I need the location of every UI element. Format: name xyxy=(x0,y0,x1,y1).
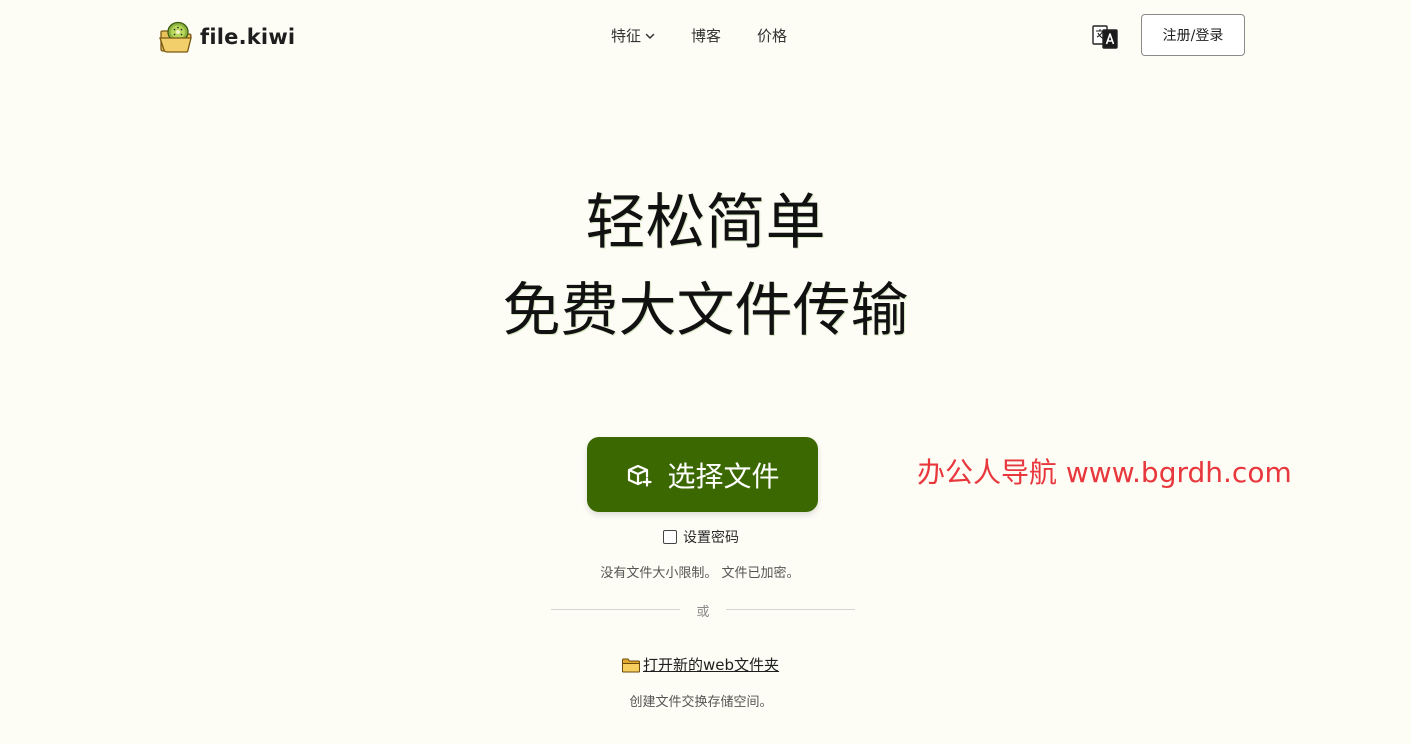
set-password-option: 设置密码 xyxy=(663,527,739,547)
set-password-checkbox[interactable] xyxy=(663,530,677,544)
divider-or-text: 或 xyxy=(696,605,710,620)
main-nav: 特征 博客 价格 xyxy=(611,25,787,46)
nav-item-pricing[interactable]: 价格 xyxy=(757,25,787,46)
hero-title-line-1: 轻松简单 xyxy=(585,188,826,258)
folder-icon xyxy=(622,658,640,672)
signup-login-button[interactable]: 注册/登录 xyxy=(1141,14,1245,56)
brand-name: file.kiwi xyxy=(200,25,296,49)
nav-item-blog-label: 博客 xyxy=(691,27,722,45)
box-upload-icon xyxy=(628,464,653,487)
nav-item-features-label: 特征 xyxy=(611,27,642,45)
nav-item-pricing-label: 价格 xyxy=(757,27,788,45)
divider-line-left xyxy=(551,609,680,610)
site-header: file.kiwi 特征 博客 价格 注册/登录 xyxy=(0,0,1411,72)
choose-file-button[interactable]: 选择文件 xyxy=(587,437,818,512)
nav-item-features[interactable]: 特征 xyxy=(611,25,655,46)
chevron-down-icon xyxy=(645,33,655,39)
hero-title-line-2: 免费大文件传输 xyxy=(502,276,909,344)
nav-item-blog[interactable]: 博客 xyxy=(691,25,721,46)
open-web-folder-link[interactable]: 打开新的web文件夹 xyxy=(621,654,779,675)
open-web-folder-label: 打开新的web文件夹 xyxy=(643,656,780,674)
watermark-text: 办公人导航 www.bgrdh.com xyxy=(917,456,1292,489)
translate-icon[interactable] xyxy=(1091,23,1119,51)
brand-logo-link[interactable]: file.kiwi xyxy=(158,20,295,54)
folder-description: 创建文件交换存储空间。 xyxy=(629,695,773,710)
file-limit-note: 没有文件大小限制。 文件已加密。 xyxy=(600,566,800,581)
choose-file-label: 选择文件 xyxy=(667,459,780,493)
divider-line-right xyxy=(726,609,855,610)
kiwi-folder-logo-icon xyxy=(159,21,192,53)
set-password-label[interactable]: 设置密码 xyxy=(683,527,739,547)
